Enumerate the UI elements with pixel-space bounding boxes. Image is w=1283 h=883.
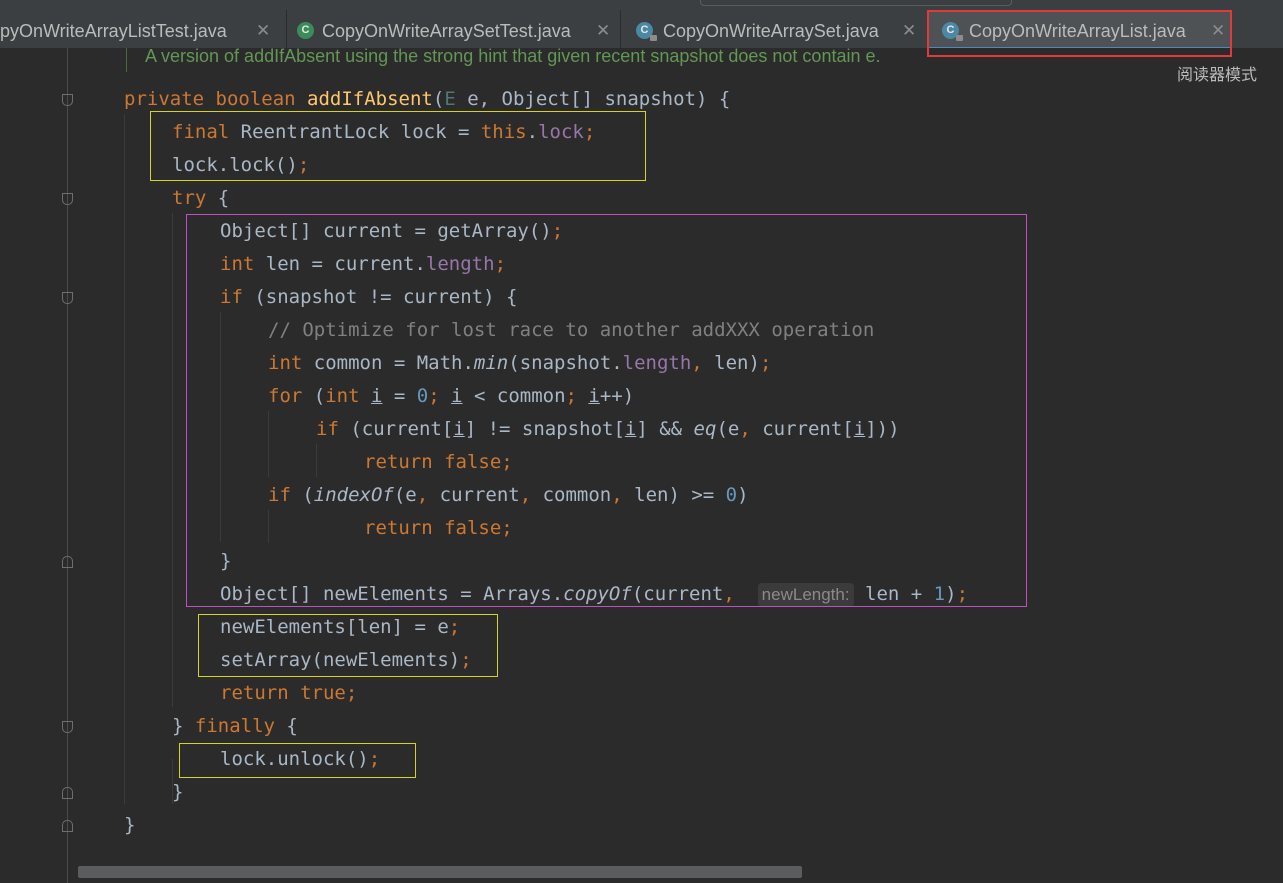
close-icon[interactable]: ✕ [902, 10, 916, 48]
fold-open-icon[interactable] [62, 721, 73, 733]
copy-logic-highlight-box [186, 214, 1027, 607]
doc-comment: A version of addIfAbsent using the stron… [145, 46, 881, 66]
code-editor[interactable]: A version of addIfAbsent using the stron… [0, 46, 1283, 883]
reader-mode-button[interactable]: 阅读器模式 [1177, 61, 1257, 85]
code-line: } [124, 814, 136, 836]
code-line: } [172, 781, 184, 803]
code-line: } finally { [172, 715, 298, 737]
java-class-readonly-icon: C [636, 22, 657, 41]
search-field-edge [700, 0, 1012, 6]
fold-open-icon[interactable] [62, 193, 73, 205]
indent-guide [124, 114, 125, 804]
java-test-class-icon: C [297, 22, 314, 39]
unlock-highlight-box [179, 743, 416, 778]
fold-open-icon[interactable] [62, 94, 73, 106]
doc-guide [126, 48, 127, 72]
set-array-highlight-box [198, 614, 498, 677]
gutter-divider [67, 48, 68, 883]
code-line: try { [172, 187, 230, 209]
fold-close-icon[interactable] [62, 787, 73, 799]
lock-acquire-highlight-box [150, 111, 646, 181]
active-tab-highlight-box [927, 10, 1232, 57]
indent-guide [172, 213, 173, 707]
code-line: return true; [220, 682, 358, 704]
horizontal-scrollbar[interactable] [78, 866, 802, 878]
fold-open-icon[interactable] [62, 292, 73, 304]
fold-close-icon[interactable] [62, 820, 73, 832]
fold-close-icon[interactable] [62, 556, 73, 568]
